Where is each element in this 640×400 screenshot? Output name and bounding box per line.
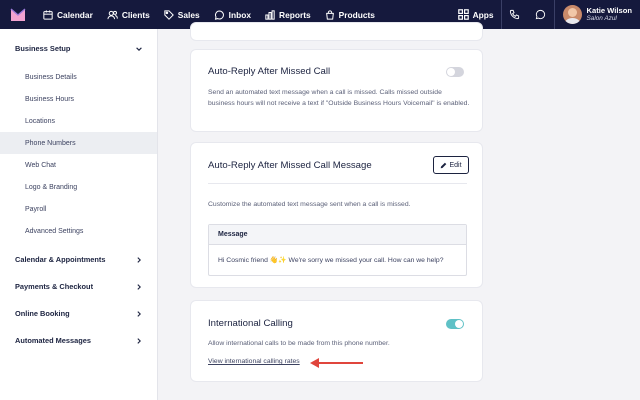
sidebar-section-payments-checkout[interactable]: Payments & Checkout xyxy=(0,273,157,300)
chevron-right-icon xyxy=(135,310,143,318)
nav-label: Sales xyxy=(177,9,200,20)
user-name: Katie Wilson xyxy=(586,6,633,15)
sidebar-item-logo-branding[interactable]: Logo & Branding xyxy=(0,176,157,198)
speech-bubble-icon xyxy=(535,9,546,20)
avatar xyxy=(562,5,582,24)
sidebar-section-label: Payments & Checkout xyxy=(15,282,94,291)
calendar-icon xyxy=(43,9,57,20)
user-business: Salon Azul xyxy=(586,15,617,22)
sidebar-section-calendar-appointments[interactable]: Calendar & Appointments xyxy=(0,246,157,273)
sidebar-item-phone-numbers[interactable]: Phone Numbers xyxy=(0,132,157,154)
card-divider xyxy=(208,183,467,184)
logo[interactable] xyxy=(0,0,36,29)
chat-icon xyxy=(214,9,229,20)
logo-icon xyxy=(10,7,26,21)
arrow-annotation-icon xyxy=(310,358,363,368)
auto-reply-description: Send an automated text message when a ca… xyxy=(208,89,470,107)
sidebar-section-automated-messages[interactable]: Automated Messages xyxy=(0,327,157,354)
auto-reply-message-description: Customize the automated text message sen… xyxy=(208,201,411,208)
sidebar-section-label: Online Booking xyxy=(15,309,70,318)
auto-reply-message-card: Auto-Reply After Missed Call Message Edi… xyxy=(190,142,483,288)
edit-button[interactable]: Edit xyxy=(433,156,469,174)
nav-calendar[interactable]: Calendar xyxy=(36,0,100,29)
sidebar-item-label: Web Chat xyxy=(25,161,56,169)
nav-label: Reports xyxy=(279,9,311,20)
message-preview: Message Hi Cosmic friend 👋✨ We're sorry … xyxy=(208,224,467,276)
settings-sidebar: Business Setup Business Details Business H… xyxy=(0,29,158,400)
calling-rates-link[interactable]: View international calling rates xyxy=(208,358,300,365)
sidebar-item-business-hours[interactable]: Business Hours xyxy=(0,88,157,110)
sidebar-item-label: Business Details xyxy=(25,73,77,81)
messages-button[interactable] xyxy=(528,0,554,29)
phone-icon xyxy=(509,9,520,20)
sidebar-section-online-booking[interactable]: Online Booking xyxy=(0,300,157,327)
users-icon xyxy=(107,10,122,20)
international-calling-description: Allow international calls to be made fro… xyxy=(208,340,390,347)
user-menu[interactable]: Katie Wilson Salon Azul xyxy=(555,0,640,29)
bar-chart-icon xyxy=(265,9,279,20)
chevron-right-icon xyxy=(135,337,143,345)
sidebar-section-label: Automated Messages xyxy=(15,336,91,345)
sidebar-item-payroll[interactable]: Payroll xyxy=(0,198,157,220)
chevron-right-icon xyxy=(135,256,143,264)
edit-label: Edit xyxy=(449,161,462,169)
message-body: Hi Cosmic friend 👋✨ We're sorry we misse… xyxy=(218,257,444,264)
sidebar-item-label: Locations xyxy=(25,117,55,125)
sidebar-item-business-details[interactable]: Business Details xyxy=(0,66,157,88)
nav-label: Inbox xyxy=(228,9,252,20)
international-calling-toggle[interactable] xyxy=(446,319,464,329)
tag-icon xyxy=(164,9,178,20)
sidebar-item-advanced-settings[interactable]: Advanced Settings xyxy=(0,220,157,242)
sidebar-item-label: Payroll xyxy=(25,205,47,213)
chevron-right-icon xyxy=(135,283,143,291)
sidebar-item-locations[interactable]: Locations xyxy=(0,110,157,132)
auto-reply-toggle[interactable] xyxy=(446,67,464,77)
bag-icon xyxy=(325,9,339,20)
sidebar-item-label: Phone Numbers xyxy=(25,139,76,147)
message-header: Message xyxy=(209,225,466,245)
grid-icon xyxy=(457,9,469,20)
chevron-down-icon xyxy=(135,45,143,53)
sidebar-section-business-setup[interactable]: Business Setup xyxy=(0,35,157,62)
toggle-knob xyxy=(455,320,463,328)
sidebar-item-label: Logo & Branding xyxy=(25,183,78,191)
apps-label: Apps xyxy=(472,9,494,20)
nav-label: Products xyxy=(338,9,375,20)
previous-setting-card xyxy=(190,22,483,41)
toggle-knob xyxy=(447,68,455,76)
auto-reply-card: Auto-Reply After Missed Call Send an aut… xyxy=(190,49,483,132)
sidebar-section-label: Business Setup xyxy=(15,44,71,53)
nav-clients[interactable]: Clients xyxy=(100,0,157,29)
auto-reply-title: Auto-Reply After Missed Call xyxy=(208,66,331,77)
auto-reply-message-title: Auto-Reply After Missed Call Message xyxy=(208,160,372,171)
nav-label: Calendar xyxy=(57,9,93,20)
pencil-icon xyxy=(441,162,447,168)
phone-button[interactable] xyxy=(502,0,528,29)
sidebar-item-label: Business Hours xyxy=(25,95,75,103)
sidebar-section-label: Calendar & Appointments xyxy=(15,255,106,264)
nav-label: Clients xyxy=(121,9,150,20)
international-calling-title: International Calling xyxy=(208,318,293,329)
sidebar-item-web-chat[interactable]: Web Chat xyxy=(0,154,157,176)
sidebar-item-label: Advanced Settings xyxy=(25,227,84,235)
